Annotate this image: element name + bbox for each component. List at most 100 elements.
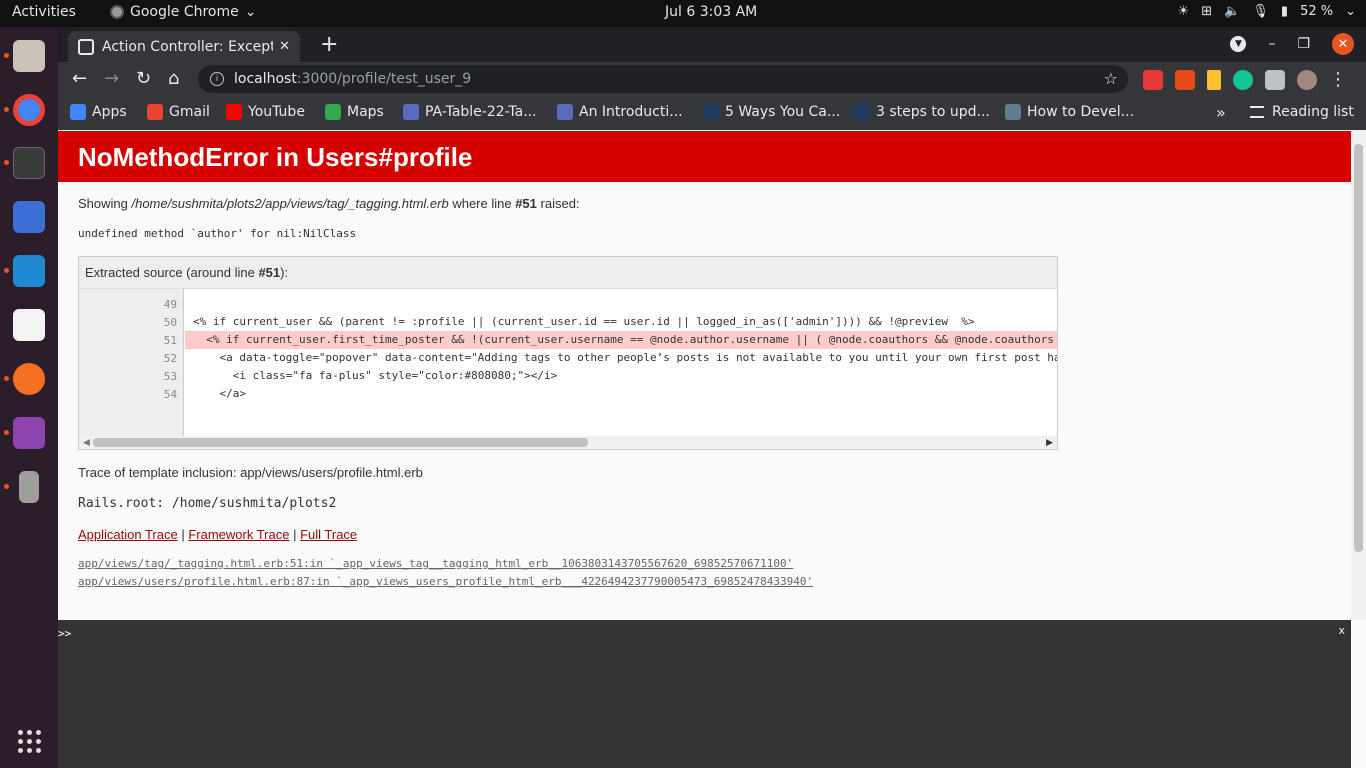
tab-search-icon[interactable]: ▼ bbox=[1230, 36, 1247, 52]
close-window-icon[interactable]: ✕ bbox=[1332, 33, 1354, 55]
battery-percent: 52 % bbox=[1300, 4, 1334, 19]
new-tab-button[interactable]: + bbox=[320, 32, 338, 57]
page-content: NoMethodError in Users#profile Showing /… bbox=[58, 130, 1366, 768]
activities-button[interactable]: Activities bbox=[12, 4, 76, 20]
running-indicator bbox=[4, 430, 9, 435]
battery-icon: ▮ bbox=[1280, 4, 1289, 19]
text: where line bbox=[448, 196, 516, 211]
app-menu[interactable]: Google Chrome ⌄ bbox=[110, 4, 256, 20]
postman-icon[interactable] bbox=[13, 363, 45, 395]
files-icon[interactable] bbox=[13, 40, 45, 72]
extracted-source-label: Extracted source (around line #51): bbox=[85, 265, 288, 280]
forward-icon[interactable]: → bbox=[104, 68, 119, 89]
trace-line-link[interactable]: app/views/tag/_tagging.html.erb:51:in `_… bbox=[78, 557, 793, 570]
trace-line-link[interactable]: app/views/users/profile.html.erb:87:in `… bbox=[78, 575, 813, 588]
error-file-path: /home/sushmita/plots2/app/views/tag/_tag… bbox=[131, 196, 449, 211]
rails-root: Rails.root: /home/sushmita/plots2 bbox=[78, 496, 337, 511]
bookmark-item[interactable]: 3 steps to upd... bbox=[854, 104, 990, 120]
framework-trace-link[interactable]: Framework Trace bbox=[188, 527, 289, 542]
apps-grid-icon bbox=[70, 104, 86, 120]
extensions-bar: ⋮ bbox=[1143, 69, 1347, 90]
maximize-icon[interactable]: ❐ bbox=[1297, 36, 1310, 52]
bookmarks-bar: Apps Gmail YouTube Maps PA-Table-22-Ta..… bbox=[58, 96, 1366, 130]
home-icon[interactable]: ⌂ bbox=[168, 68, 179, 89]
terminal-icon[interactable] bbox=[13, 147, 45, 179]
bookmark-item[interactable]: An Introducti... bbox=[557, 104, 683, 120]
chrome-menu-icon[interactable]: ⋮ bbox=[1329, 69, 1347, 90]
bookmark-item[interactable]: 5 Ways You Ca... bbox=[703, 104, 840, 120]
bookmark-item[interactable]: Gmail bbox=[147, 104, 210, 120]
reload-icon[interactable]: ↻ bbox=[136, 68, 151, 89]
back-icon[interactable]: ← bbox=[72, 68, 87, 89]
address-bar[interactable]: i localhost :3000/profile/test_user_9 ☆ bbox=[198, 65, 1128, 93]
vscode-icon[interactable] bbox=[13, 255, 45, 287]
more-bookmarks-icon[interactable]: » bbox=[1216, 103, 1226, 122]
bookmark-star-icon[interactable]: ☆ bbox=[1104, 69, 1118, 88]
full-trace-link[interactable]: Full Trace bbox=[300, 527, 357, 542]
extensions-puzzle-icon[interactable] bbox=[1265, 69, 1285, 90]
extracted-source: Extracted source (around line #51): 49 5… bbox=[78, 256, 1058, 450]
text: Extracted source (around line bbox=[85, 265, 259, 280]
bookmark-item[interactable]: YouTube bbox=[226, 104, 305, 120]
bookmark-label: 3 steps to upd... bbox=[876, 104, 990, 120]
bookmark-favicon-icon bbox=[557, 104, 573, 120]
vertical-scrollbar[interactable] bbox=[1351, 130, 1366, 620]
extension-grid-icon[interactable] bbox=[1143, 69, 1163, 90]
line-number: 53 bbox=[163, 370, 177, 383]
system-tray[interactable]: ☀ ⊞ 🔈 🎙 ▮ 52 % ⌄ bbox=[1178, 4, 1356, 19]
scrollbar-thumb[interactable] bbox=[1354, 144, 1363, 552]
bookmark-label: Apps bbox=[92, 104, 127, 120]
text-editor-icon[interactable] bbox=[13, 309, 45, 341]
console-close-button[interactable]: x bbox=[1338, 624, 1345, 637]
youtube-icon bbox=[226, 104, 242, 120]
bookmark-item[interactable]: Apps bbox=[70, 104, 127, 120]
bookmark-label: Maps bbox=[347, 104, 384, 120]
bookmark-item[interactable]: PA-Table-22-Ta... bbox=[403, 104, 537, 120]
show-applications-icon[interactable] bbox=[18, 730, 41, 753]
line-number: 54 bbox=[163, 388, 177, 401]
brightness-icon: ☀ bbox=[1177, 4, 1190, 19]
bookmark-label: How to Devel... bbox=[1027, 104, 1135, 120]
video-player-icon[interactable] bbox=[13, 417, 45, 449]
grammarly-icon[interactable] bbox=[1233, 69, 1253, 90]
bookmark-favicon-icon bbox=[703, 104, 719, 120]
bookmark-label: Gmail bbox=[169, 104, 210, 120]
tab-active[interactable]: Action Controller: Excepti ✕ bbox=[68, 31, 300, 62]
source-code-block: 49 50 51 52 53 54 <% if current_user && … bbox=[79, 288, 1057, 436]
chevron-down-icon: ⌄ bbox=[1345, 4, 1356, 19]
web-console[interactable]: >> x bbox=[58, 620, 1351, 768]
close-tab-icon[interactable]: ✕ bbox=[279, 39, 290, 54]
reading-list-label: Reading list bbox=[1272, 104, 1354, 120]
bookmark-favicon-icon bbox=[1005, 104, 1021, 120]
chrome-dock-icon[interactable] bbox=[13, 94, 45, 126]
error-message: undefined method `author' for nil:NilCla… bbox=[78, 227, 357, 240]
reading-list-button[interactable]: Reading list bbox=[1250, 104, 1354, 120]
error-location: Showing /home/sushmita/plots2/app/views/… bbox=[78, 196, 580, 211]
bookmark-label: PA-Table-22-Ta... bbox=[425, 104, 537, 120]
tasks-icon[interactable] bbox=[13, 201, 45, 233]
scroll-right-icon[interactable]: ▶ bbox=[1046, 437, 1053, 448]
extension-e-icon[interactable] bbox=[1175, 69, 1195, 90]
clock[interactable]: Jul 6 3:03 AM bbox=[665, 4, 757, 20]
url-path: :3000/profile/test_user_9 bbox=[296, 71, 472, 87]
scrollbar-thumb[interactable] bbox=[93, 438, 588, 447]
site-info-icon[interactable]: i bbox=[210, 72, 224, 86]
dock bbox=[0, 27, 58, 768]
network-icon: ⊞ bbox=[1201, 4, 1213, 19]
application-trace-link[interactable]: Application Trace bbox=[78, 527, 178, 542]
usb-drive-icon[interactable] bbox=[19, 471, 39, 503]
bookmark-item[interactable]: Maps bbox=[325, 104, 384, 120]
bookmark-item[interactable]: How to Devel... bbox=[1005, 104, 1134, 120]
page-favicon-icon bbox=[78, 38, 94, 55]
running-indicator bbox=[4, 268, 9, 273]
console-prompt[interactable]: >> bbox=[58, 627, 71, 640]
extension-pen-icon[interactable] bbox=[1207, 69, 1221, 90]
minimize-icon[interactable]: – bbox=[1268, 36, 1275, 52]
scroll-left-icon[interactable]: ◀ bbox=[83, 437, 90, 448]
horizontal-scrollbar[interactable]: ◀ ▶ bbox=[79, 436, 1057, 449]
line-number: 51 bbox=[163, 334, 177, 347]
source-line: <% if current_user && (parent != :profil… bbox=[193, 315, 975, 328]
tab-strip: Action Controller: Excepti ✕ + ▼ – ❐ ✕ bbox=[58, 27, 1366, 62]
running-indicator bbox=[4, 107, 9, 112]
profile-avatar[interactable] bbox=[1297, 69, 1317, 90]
